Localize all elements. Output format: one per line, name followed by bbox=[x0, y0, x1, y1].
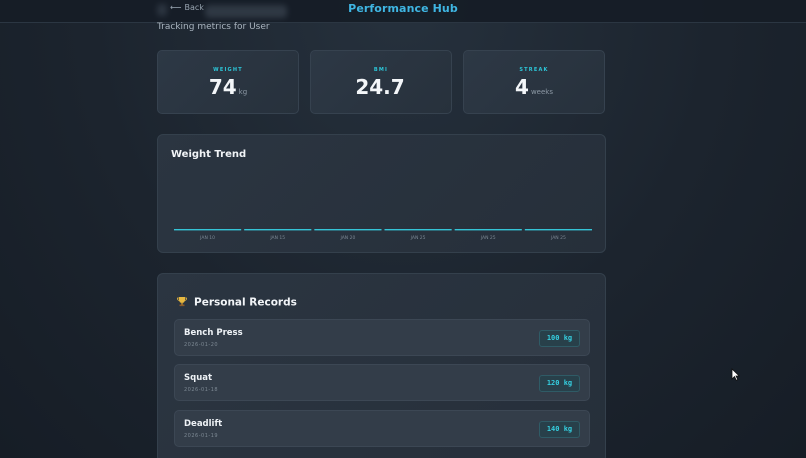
trend-date-label: JAN 25 bbox=[410, 235, 426, 241]
stat-label: BMI bbox=[373, 67, 389, 73]
brand-title: Performance Hub bbox=[348, 2, 458, 15]
stat-unit: kg bbox=[238, 88, 248, 96]
stat-unit: weeks bbox=[530, 88, 553, 96]
trend-segment bbox=[454, 229, 522, 231]
stat-value: 4 bbox=[515, 75, 529, 99]
record-row[interactable]: Deadlift 2026-01-19 140 kg bbox=[174, 410, 590, 447]
trend-segment bbox=[384, 229, 452, 231]
record-name: Bench Press bbox=[184, 328, 243, 338]
record-value-badge: 140 kg bbox=[539, 421, 580, 438]
stat-label: STREAK bbox=[519, 67, 549, 73]
weight-trend-panel: Weight Trend JAN 10 JAN 15 JAN 20 JAN 25 JAN… bbox=[157, 134, 606, 253]
weight-trend-chart: JAN 10 JAN 15 JAN 20 JAN 25 JAN 25 JAN 25 bbox=[174, 229, 592, 241]
record-row[interactable]: Bench Press 2026-01-20 100 kg bbox=[174, 319, 590, 356]
trend-segment bbox=[174, 229, 242, 231]
records-header: Personal Records bbox=[177, 292, 297, 311]
weight-trend-title: Weight Trend bbox=[171, 149, 247, 160]
record-date: 2026-01-19 bbox=[184, 433, 219, 439]
trend-segment bbox=[314, 229, 382, 231]
trend-date-label: JAN 10 bbox=[199, 235, 215, 241]
stat-label: WEIGHT bbox=[213, 67, 243, 73]
record-row[interactable]: Squat 2026-01-18 120 kg bbox=[174, 364, 590, 401]
record-value-badge: 100 kg bbox=[539, 330, 580, 347]
trend-date-label: JAN 15 bbox=[269, 235, 285, 241]
record-value-badge: 120 kg bbox=[539, 375, 580, 392]
trend-segment bbox=[244, 229, 312, 231]
trend-date-label: JAN 25 bbox=[550, 235, 566, 241]
stat-value: 74 bbox=[208, 75, 237, 99]
stat-card-streak: STREAK 4 weeks bbox=[463, 50, 605, 114]
stat-card-weight: WEIGHT 74 kg bbox=[157, 50, 299, 114]
personal-records-panel: Personal Records Bench Press 2026-01-20 … bbox=[157, 273, 606, 458]
trend-date-label: JAN 20 bbox=[339, 235, 355, 241]
trophy-icon bbox=[177, 296, 187, 310]
top-bar: ⟵ Back Performance Hub bbox=[0, 0, 806, 23]
record-name: Squat bbox=[184, 373, 213, 383]
records-title: Personal Records bbox=[194, 296, 297, 309]
record-date: 2026-01-18 bbox=[184, 387, 219, 393]
trend-date-label: JAN 25 bbox=[480, 235, 496, 241]
mouse-cursor-icon bbox=[731, 368, 740, 381]
trend-segment bbox=[524, 229, 592, 231]
record-date: 2026-01-20 bbox=[184, 342, 219, 348]
record-name: Deadlift bbox=[184, 419, 223, 429]
stat-card-bmi: BMI 24.7 bbox=[310, 50, 452, 114]
page-subtitle: Tracking metrics for User bbox=[157, 22, 270, 32]
stat-value: 24.7 bbox=[355, 75, 405, 99]
